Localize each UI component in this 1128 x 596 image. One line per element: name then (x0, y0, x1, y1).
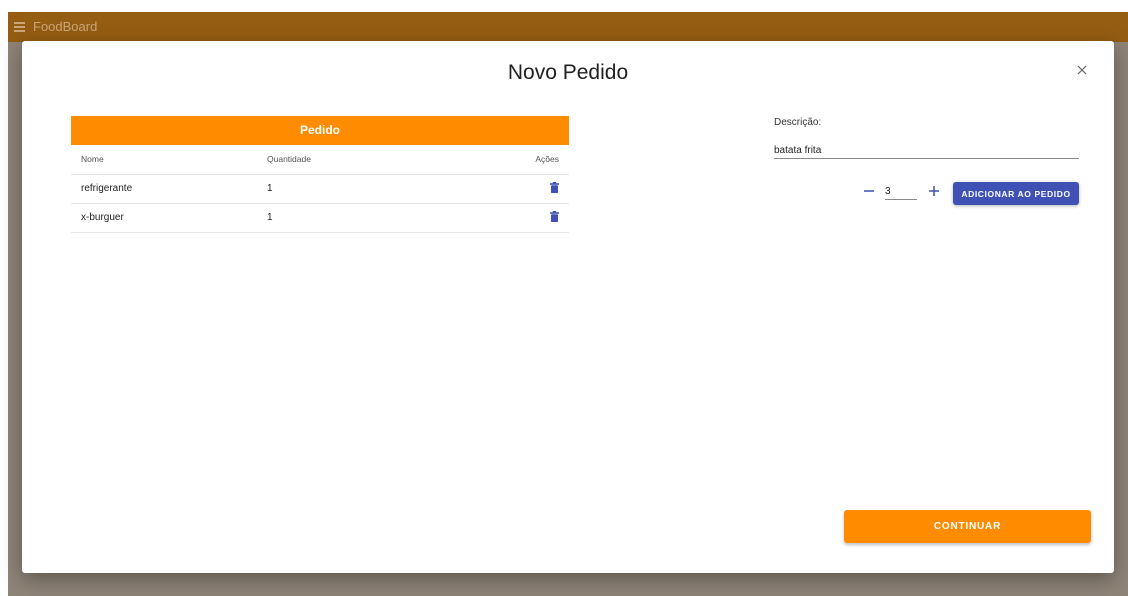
trash-icon[interactable] (550, 181, 559, 196)
order-table: Nome Quantidade Ações refrigerante 1 x-b… (71, 145, 569, 233)
item-name: x-burguer (71, 203, 267, 233)
menu-icon[interactable] (14, 22, 25, 32)
column-header-name: Nome (71, 145, 267, 175)
column-header-actions: Ações (513, 145, 569, 175)
table-header-row: Nome Quantidade Ações (71, 145, 569, 175)
description-input[interactable] (774, 142, 1079, 159)
item-name: refrigerante (71, 174, 267, 204)
close-icon[interactable] (1075, 63, 1089, 77)
item-quantity: 1 (267, 174, 513, 204)
order-header: Pedido (71, 116, 569, 145)
continue-button[interactable]: CONTINUAR (844, 510, 1091, 543)
order-panel: Pedido Nome Quantidade Ações refrigerant… (71, 116, 569, 233)
plus-icon[interactable] (924, 181, 944, 201)
new-order-dialog: Novo Pedido Pedido Nome Quantidade Ações… (22, 41, 1114, 573)
description-label: Descrição: (774, 117, 822, 128)
table-row: refrigerante 1 (71, 174, 569, 204)
quantity-input[interactable] (885, 183, 917, 200)
trash-icon[interactable] (550, 210, 559, 225)
add-to-order-button[interactable]: ADICIONAR AO PEDIDO (953, 182, 1079, 205)
table-row: x-burguer 1 (71, 203, 569, 233)
item-quantity: 1 (267, 203, 513, 233)
app-title: FoodBoard (33, 19, 98, 34)
column-header-quantity: Quantidade (267, 145, 513, 175)
dialog-title: Novo Pedido (507, 61, 629, 84)
minus-icon[interactable] (859, 181, 879, 201)
app-bar: FoodBoard (8, 12, 1128, 42)
